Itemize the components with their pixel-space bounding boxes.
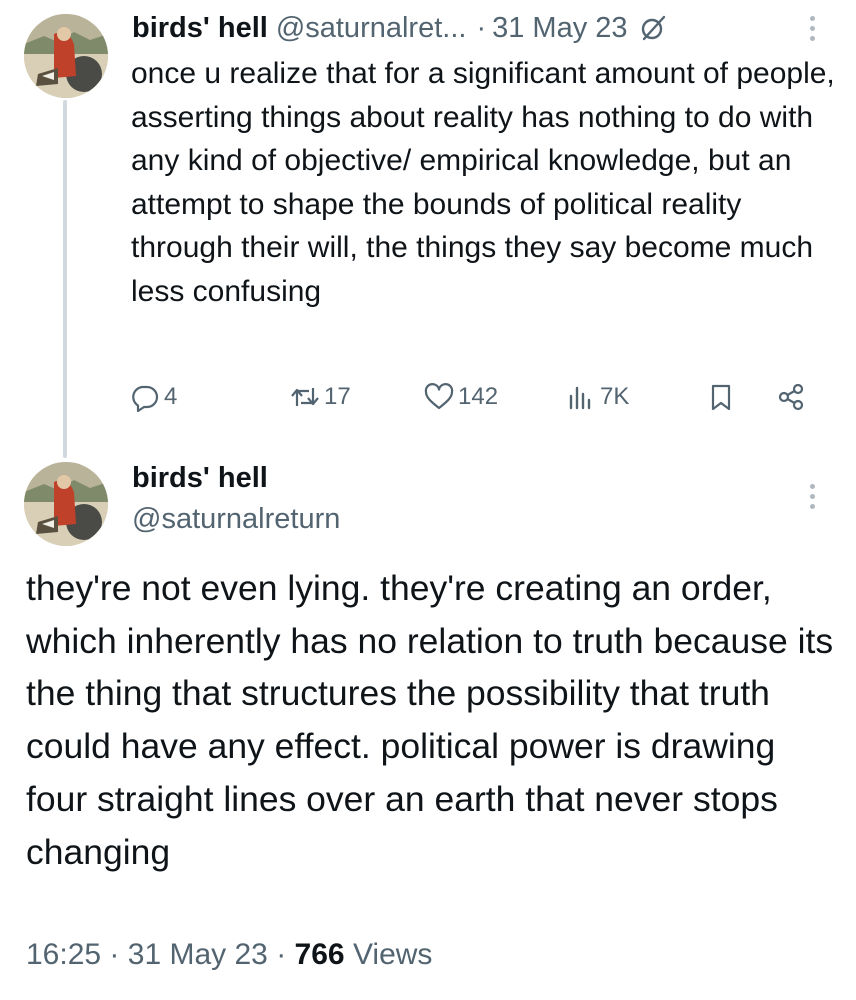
separator-dot: · [109,938,120,971]
author-handle[interactable]: @saturnalreturn [132,503,340,536]
avatar-image [24,14,108,98]
views-count: 7K [600,383,630,410]
avatar[interactable] [24,14,108,98]
like-icon [424,383,454,410]
grok-icon[interactable] [638,13,668,43]
like-button[interactable]: 142 [424,375,498,419]
author-name[interactable]: birds' hell [132,12,268,45]
tweet-footer: 16:25 · 31 May 23 · 766 Views [26,938,432,972]
avatar-image [24,462,108,546]
share-icon [778,383,804,411]
tweet1-text: once u realize that for a significant am… [131,57,835,308]
tweet2-text: they're not even lying. they're creating… [26,568,834,872]
views-icon [569,386,591,410]
bookmark-button[interactable] [706,375,736,419]
reply-button[interactable]: 4 [130,375,177,419]
separator-dot: · [476,11,487,44]
author-handle[interactable]: @saturnalret... [276,12,467,45]
like-count: 142 [458,383,499,410]
views-label: Views [352,938,433,971]
share-button[interactable] [776,375,806,419]
reply-icon [132,385,159,412]
bookmark-icon [711,384,731,411]
more-icon[interactable] [806,484,818,509]
more-icon[interactable] [806,16,818,41]
thread-line [63,100,67,458]
avatar[interactable] [24,462,108,546]
views-button[interactable]: 7K [566,375,629,419]
repost-count: 17 [324,383,351,410]
repost-icon [291,388,319,406]
tweet-date[interactable]: 31 May 23 [492,12,627,45]
post-time[interactable]: 16:25 [26,938,101,971]
author-name[interactable]: birds' hell [132,462,268,495]
post-date[interactable]: 31 May 23 [128,938,268,971]
views-total: 766 [294,938,345,971]
separator-dot: · [276,938,287,971]
tweet1-actions: 4 17 142 7K [130,375,830,419]
tweet1-header: birds' hell @saturnalret... · 31 May 23 [132,8,668,48]
repost-button[interactable]: 17 [290,375,351,419]
reply-count: 4 [164,383,178,410]
